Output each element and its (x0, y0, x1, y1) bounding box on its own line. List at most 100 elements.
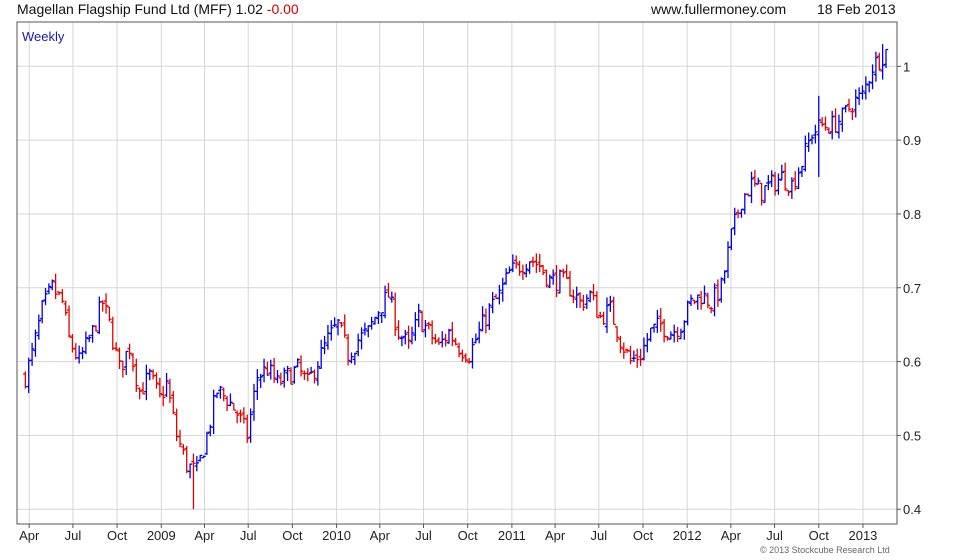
ohlc-bar (651, 323, 657, 333)
ohlc-bar (181, 444, 186, 455)
ohlc-bar (846, 98, 852, 112)
y-tick-label: 0.4 (903, 502, 921, 517)
ohlc-bar (547, 274, 553, 289)
ohlc-bar (150, 369, 156, 380)
ohlc-bar (809, 134, 815, 145)
ohlc-bar (732, 207, 737, 236)
ohlc-bar (571, 289, 576, 304)
ohlc-bar (261, 358, 267, 383)
ohlc-bar (591, 283, 596, 301)
y-tick-label: 0.7 (903, 281, 921, 296)
y-axis: 0.4 0.5 0.6 0.7 0.8 0.9 1 (897, 59, 921, 517)
ohlc-bar (561, 268, 566, 278)
x-tick-label: Oct (809, 528, 830, 543)
period-label: Weekly (22, 29, 65, 44)
ohlc-bar (880, 44, 885, 80)
y-tick-label: 0.9 (903, 133, 921, 148)
ohlc-bar (503, 268, 509, 285)
ohlc-bar (137, 387, 142, 400)
x-axis: Apr Jul Oct 2009 Apr Jul Oct 2010 Apr Jul Oct 2011 A… (19, 524, 877, 543)
ohlc-bar (645, 333, 650, 353)
ohlc-bar (329, 320, 334, 341)
ohlc-bar (130, 353, 136, 372)
ohlc-bar (366, 325, 371, 338)
ohlc-bar (450, 322, 455, 347)
ohlc-bar (43, 288, 48, 306)
ohlc-bar (113, 342, 119, 352)
x-tick-label: 2011 (498, 528, 526, 543)
ohlc-bar (611, 296, 616, 326)
ohlc-bar (100, 300, 105, 312)
ohlc-bar (392, 292, 398, 337)
ohlc-bar (218, 385, 223, 399)
ohlc-bar (480, 306, 485, 332)
ohlc-bar (63, 300, 68, 316)
ohlc-bar (231, 402, 236, 411)
ohlc-bar (147, 368, 152, 381)
ohlc-bar (453, 337, 458, 346)
ohlc-bar (719, 277, 724, 303)
ohlc-bar (708, 306, 714, 314)
ohlc-bar (557, 269, 563, 294)
ohlc-bar (648, 327, 653, 342)
ohlc-bar (70, 334, 75, 353)
ohlc-bar (581, 294, 586, 311)
ohlc-bar (856, 87, 862, 106)
grid-lines (17, 22, 897, 524)
ohlc-bar (853, 89, 858, 118)
ohlc-bar (234, 410, 240, 424)
ohlc-bar (90, 324, 95, 343)
ohlc-bar (618, 335, 623, 354)
ohlc-bar (345, 333, 351, 366)
x-tick-label: Oct (282, 528, 303, 543)
ohlc-bar (124, 350, 129, 375)
ohlc-bar (197, 454, 203, 462)
ohlc-bar (836, 114, 842, 139)
ohlc-bar (705, 292, 711, 309)
ohlc-bar (483, 308, 489, 334)
y-tick-label: 0.6 (903, 355, 921, 370)
ohlc-bar (29, 342, 35, 366)
x-tick-label: Jul (415, 528, 432, 543)
ohlc-bar (315, 361, 321, 386)
y-tick-label: 0.5 (903, 428, 921, 443)
ohlc-bar (715, 279, 721, 307)
ohlc-bar (799, 165, 805, 177)
x-tick-label: Jul (590, 528, 607, 543)
ohlc-bar (171, 391, 176, 415)
x-tick-label: Oct (633, 528, 654, 543)
ohlc-bar (608, 295, 613, 312)
ohlc-bar (406, 325, 411, 349)
ohlc-bar (527, 261, 532, 274)
x-tick-label: Apr (721, 528, 742, 543)
x-tick-label: 2013 (848, 528, 877, 543)
ohlc-bar (140, 382, 146, 395)
ohlc-bar (779, 164, 784, 181)
ohlc-bar (144, 364, 149, 401)
ohlc-bar (698, 290, 704, 310)
ohlc-bar (50, 279, 55, 291)
ohlc-bar (510, 254, 516, 273)
ohlc-bar (33, 329, 38, 357)
ohlc-bar (80, 346, 85, 360)
ohlc-bar (641, 337, 647, 361)
ohlc-bar (319, 339, 324, 369)
ohlc-bar (601, 311, 606, 325)
ohlc-bar (53, 273, 58, 300)
ohlc-bar (702, 285, 707, 304)
ohlc-bar (877, 52, 882, 71)
ohlc-bar (282, 367, 287, 388)
ohlc-bar (238, 409, 243, 423)
ohlc-bar (433, 334, 438, 344)
ohlc-bar (567, 271, 573, 297)
ohlc-bar (675, 326, 680, 343)
ohlc-bar (665, 336, 670, 341)
ohlc-bar (285, 365, 290, 381)
ohlc-bar (355, 333, 361, 357)
x-tick-label: Oct (107, 528, 128, 543)
ohlc-bar (134, 358, 139, 392)
ohlc-bar (416, 303, 421, 328)
ohlc-bar (396, 320, 401, 341)
ohlc-bar (769, 170, 774, 188)
ohlc-bar (60, 289, 65, 303)
